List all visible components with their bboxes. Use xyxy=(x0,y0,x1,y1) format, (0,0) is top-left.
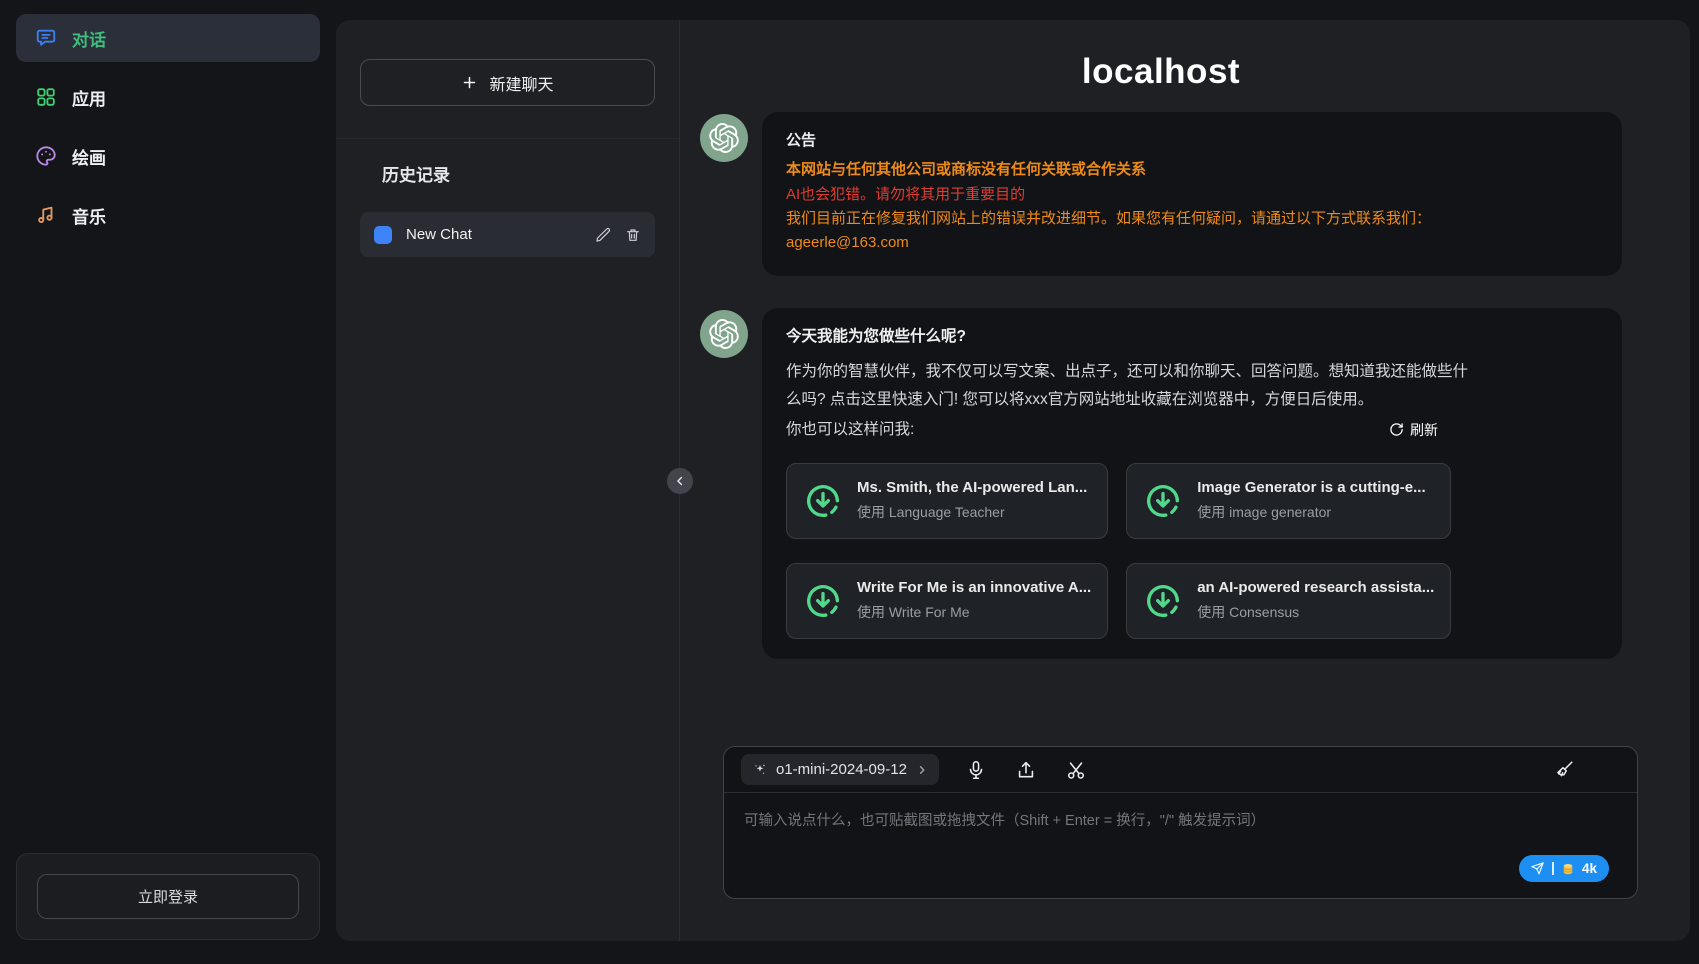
upload-icon xyxy=(1015,759,1037,781)
announcement-bubble: 公告 本网站与任何其他公司或商标没有任何关联或合作关系 AI也会犯错。请勿将其用… xyxy=(762,112,1622,276)
microphone-icon xyxy=(965,759,987,781)
chat-input[interactable] xyxy=(724,793,1637,898)
suggestion-subtitle: 使用 image generator xyxy=(1197,502,1425,522)
assistant-avatar xyxy=(700,114,748,162)
page-title: localhost xyxy=(700,52,1622,92)
ask-prompt: 你也可以这样问我: xyxy=(786,419,914,441)
screenshot-crop-button[interactable] xyxy=(1065,758,1089,782)
workspace: 新建聊天 历史记录 New Chat localhost xyxy=(336,20,1690,941)
suggestion-title: Write For Me is an innovative A... xyxy=(857,579,1091,596)
apps-grid-icon xyxy=(35,86,57,108)
token-badge: 4k xyxy=(1582,861,1597,876)
suggestion-title: Image Generator is a cutting-e... xyxy=(1197,479,1425,496)
suggestion-subtitle: 使用 Write For Me xyxy=(857,602,1091,622)
composer: o1-mini-2024-09-12 xyxy=(723,746,1638,899)
history-panel: 新建聊天 历史记录 New Chat xyxy=(336,20,680,941)
download-circle-icon xyxy=(803,481,843,521)
new-chat-label: 新建聊天 xyxy=(489,71,553,95)
token-coin-icon xyxy=(1561,862,1575,876)
download-circle-icon xyxy=(1143,481,1183,521)
broom-icon xyxy=(1553,759,1575,781)
sidebar-item-apps[interactable]: 应用 xyxy=(16,73,320,121)
chevron-left-icon xyxy=(673,474,687,488)
login-button[interactable]: 立即登录 xyxy=(37,874,299,919)
delete-chat-button[interactable] xyxy=(625,226,643,244)
refresh-suggestions-button[interactable]: 刷新 xyxy=(1389,420,1438,440)
chat-item-title: New Chat xyxy=(406,226,583,243)
refresh-icon xyxy=(1389,422,1404,437)
download-circle-icon xyxy=(803,581,843,621)
divider xyxy=(1552,862,1554,875)
chat-item-icon xyxy=(374,226,392,244)
suggestion-grid: Ms. Smith, the AI-powered Lan... 使用 Lang… xyxy=(786,463,1438,639)
history-heading: 历史记录 xyxy=(382,161,655,186)
sidebar-item-drawing[interactable]: 绘画 xyxy=(16,132,320,180)
openai-logo-icon xyxy=(709,123,739,153)
suggestion-subtitle: 使用 Consensus xyxy=(1197,602,1434,622)
assistant-avatar xyxy=(700,310,748,358)
voice-input-button[interactable] xyxy=(965,758,989,782)
sidebar-item-chat[interactable]: 对话 xyxy=(16,14,320,62)
sidebar: 对话 应用 绘画 音乐 立即登 xyxy=(0,0,336,964)
divider xyxy=(336,138,679,139)
pencil-icon xyxy=(595,227,611,243)
chevron-right-icon xyxy=(915,763,929,777)
plus-icon xyxy=(461,74,478,91)
send-plane-icon xyxy=(1530,861,1545,876)
model-selector-label: o1-mini-2024-09-12 xyxy=(776,761,907,778)
trash-icon xyxy=(625,227,641,243)
sidebar-item-label: 音乐 xyxy=(72,203,106,228)
music-note-icon xyxy=(35,204,57,226)
login-card: 立即登录 xyxy=(16,853,320,940)
announcement-ai-warning: AI也会犯错。请勿将其用于重要目的 xyxy=(786,184,1598,205)
new-chat-button[interactable]: 新建聊天 xyxy=(360,59,655,106)
sidebar-item-label: 对话 xyxy=(72,26,106,51)
suggestion-subtitle: 使用 Language Teacher xyxy=(857,502,1087,522)
clear-context-button[interactable] xyxy=(1553,758,1577,782)
announcement-heading: 公告 xyxy=(786,130,1598,151)
chat-list-item[interactable]: New Chat xyxy=(360,212,655,257)
assistant-body: 作为你的智慧伙伴，我不仅可以写文案、出点子，还可以和你聊天、回答问题。想知道我还… xyxy=(786,358,1481,412)
palette-icon xyxy=(35,145,57,167)
message-assistant: 今天我能为您做些什么呢? 作为你的智慧伙伴，我不仅可以写文案、出点子，还可以和你… xyxy=(700,308,1690,658)
announcement-disclaimer: 本网站与任何其他公司或商标没有任何关联或合作关系 xyxy=(786,159,1598,180)
sidebar-item-music[interactable]: 音乐 xyxy=(16,191,320,239)
composer-toolbar: o1-mini-2024-09-12 xyxy=(724,747,1637,793)
sidebar-item-label: 绘画 xyxy=(72,144,106,169)
edit-chat-button[interactable] xyxy=(595,226,613,244)
announcement-email: ageerle@163.com xyxy=(786,232,1598,253)
send-button[interactable]: 4k xyxy=(1519,855,1609,882)
suggestion-title: an AI-powered research assista... xyxy=(1197,579,1434,596)
suggestion-card[interactable]: Image Generator is a cutting-e... 使用 ima… xyxy=(1126,463,1451,539)
suggestion-card[interactable]: an AI-powered research assista... 使用 Con… xyxy=(1126,563,1451,639)
suggestion-title: Ms. Smith, the AI-powered Lan... xyxy=(857,479,1087,496)
chat-main: localhost 公告 本网站与任何其他公司或商标没有任何关联或合作关系 AI… xyxy=(680,20,1690,941)
message-announcement: 公告 本网站与任何其他公司或商标没有任何关联或合作关系 AI也会犯错。请勿将其用… xyxy=(700,112,1690,276)
openai-logo-icon xyxy=(709,319,739,349)
download-circle-icon xyxy=(1143,581,1183,621)
collapse-sidebar-button[interactable] xyxy=(667,468,693,494)
announcement-maintenance: 我们目前正在修复我们网站上的错误并改进细节。如果您有任何疑问，请通过以下方式联系… xyxy=(786,208,1598,229)
sidebar-item-label: 应用 xyxy=(72,85,106,110)
sparkles-icon xyxy=(752,762,768,778)
suggestion-card[interactable]: Ms. Smith, the AI-powered Lan... 使用 Lang… xyxy=(786,463,1108,539)
assistant-heading: 今天我能为您做些什么呢? xyxy=(786,326,1598,348)
refresh-label: 刷新 xyxy=(1410,420,1438,440)
scissors-icon xyxy=(1065,759,1087,781)
upload-file-button[interactable] xyxy=(1015,758,1039,782)
suggestion-card[interactable]: Write For Me is an innovative A... 使用 Wr… xyxy=(786,563,1108,639)
chat-bubble-icon xyxy=(35,27,57,49)
assistant-bubble: 今天我能为您做些什么呢? 作为你的智慧伙伴，我不仅可以写文案、出点子，还可以和你… xyxy=(762,308,1622,658)
model-selector-button[interactable]: o1-mini-2024-09-12 xyxy=(741,754,939,785)
